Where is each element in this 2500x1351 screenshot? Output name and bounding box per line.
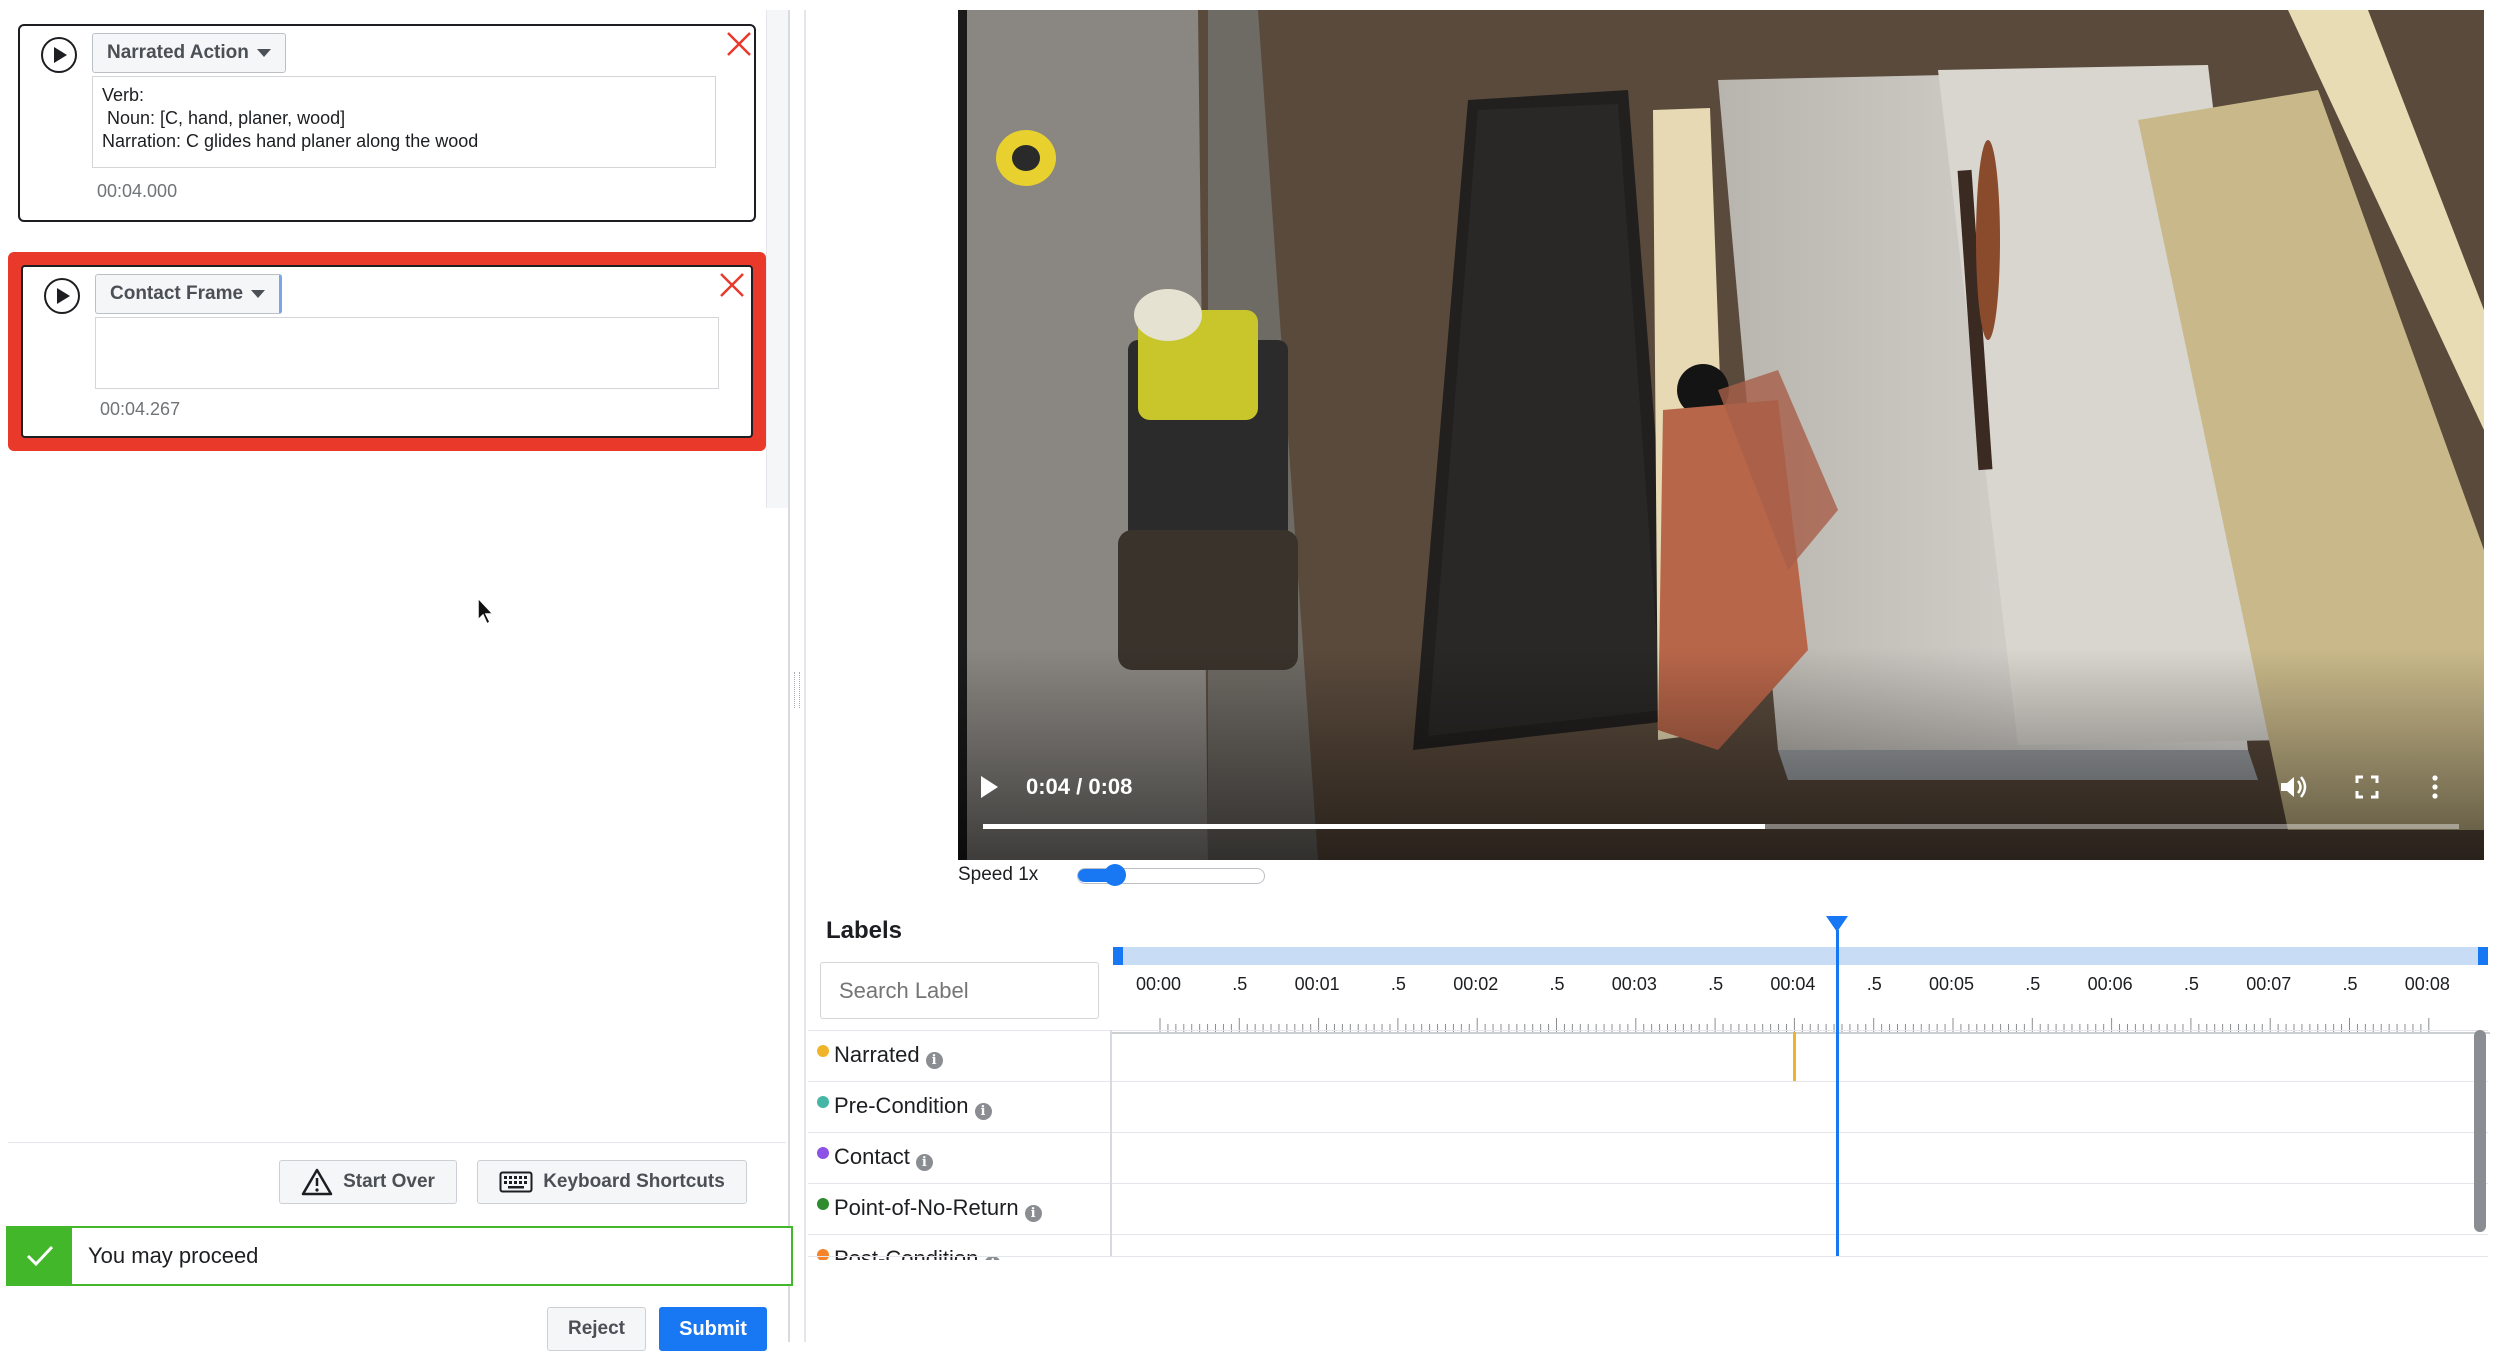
label-color-dot (817, 1147, 829, 1159)
timeline-tick-label: .5 (1232, 974, 1248, 994)
fullscreen-icon[interactable] (2354, 774, 2380, 800)
label-column-separator (1110, 1030, 1112, 1256)
checkmark-icon (26, 1245, 54, 1267)
play-icon[interactable] (44, 278, 80, 314)
annotation-type-select[interactable]: Narrated Action (92, 33, 286, 73)
chevron-down-icon (256, 48, 271, 57)
submit-button[interactable]: Submit (659, 1307, 767, 1351)
annotation-text-field[interactable] (95, 317, 719, 389)
label-row[interactable]: Narrated i (808, 1030, 2488, 1081)
volume-icon[interactable] (2278, 772, 2308, 802)
keyboard-shortcuts-label: Keyboard Shortcuts (543, 1171, 725, 1192)
annotation-card-narrated-action[interactable]: Narrated Action Verb: Noun: [C, hand, pl… (18, 24, 756, 222)
label-name-text: Post-Condition (834, 1246, 979, 1260)
label-color-dot (817, 1096, 829, 1108)
reject-button[interactable]: Reject (547, 1307, 646, 1351)
timeline-tick-label: 00:08 (2404, 974, 2450, 994)
timeline-tick-label: .5 (1549, 974, 1565, 994)
label-row[interactable]: Point-of-No-Return i (808, 1183, 2488, 1234)
timeline-tick-label: .5 (1708, 974, 1724, 994)
label-name: Pre-Condition i (834, 1093, 992, 1120)
annotation-type-select[interactable]: Contact Frame (95, 274, 283, 314)
label-name-text: Point-of-No-Return (834, 1195, 1019, 1220)
keyboard-icon (499, 1171, 533, 1193)
more-options-icon[interactable] (2430, 774, 2440, 800)
label-name-text: Narrated (834, 1042, 920, 1067)
label-name: Post-Conditioni (834, 1246, 1002, 1260)
annotation-card-inner: Contact Frame 00:04.267 (21, 265, 753, 438)
timeline-tick-label: 00:05 (1929, 974, 1975, 994)
annotation-type-label: Narrated Action (107, 42, 249, 63)
annotation-card-contact-frame[interactable]: Contact Frame 00:04.267 (8, 252, 766, 451)
labels-title: Labels (826, 917, 903, 944)
speed-slider[interactable] (1077, 864, 1265, 886)
timeline-tick-label: 00:00 (1136, 974, 1182, 994)
timeline-tick-label: .5 (2183, 974, 2199, 994)
footer-separator (8, 1142, 786, 1143)
timeline-range-start-handle[interactable] (1113, 947, 1123, 965)
warning-icon (301, 1168, 333, 1196)
start-over-button[interactable]: Start Over (279, 1160, 457, 1204)
video-player[interactable]: 0:04 / 0:08 (958, 10, 2484, 860)
annotation-type-label: Contact Frame (110, 283, 244, 304)
annotation-timestamp: 00:04.267 (100, 399, 181, 419)
play-icon[interactable] (978, 774, 1000, 800)
label-row[interactable]: Pre-Condition i (808, 1081, 2488, 1132)
label-name: Point-of-No-Return i (834, 1195, 1042, 1222)
video-progress-track[interactable] (983, 824, 2459, 829)
video-progress-fill (983, 824, 1766, 829)
speed-label: Speed 1x (958, 864, 1039, 885)
timeline-tick-label: 00:03 (1611, 974, 1657, 994)
playhead-line (1835, 930, 1839, 1256)
keyboard-shortcuts-button[interactable]: Keyboard Shortcuts (477, 1160, 747, 1204)
info-icon[interactable]: i (925, 1052, 943, 1069)
mouse-cursor-icon (477, 596, 495, 626)
timeline-tick-label: 00:01 (1294, 974, 1340, 994)
video-time-display: 0:04 / 0:08 (1026, 774, 1133, 799)
timeline-tick-label: .5 (2342, 974, 2358, 994)
info-icon[interactable]: i (974, 1103, 992, 1120)
reject-label: Reject (567, 1318, 626, 1339)
timeline-tick-label: 00:02 (1453, 974, 1499, 994)
label-name-text: Pre-Condition (834, 1093, 969, 1118)
label-color-dot (817, 1198, 829, 1210)
submit-label: Submit (679, 1317, 747, 1340)
label-color-dot (817, 1045, 829, 1057)
close-icon[interactable] (717, 270, 747, 300)
timeline-tick-label: .5 (2025, 974, 2041, 994)
info-icon[interactable]: i (915, 1154, 933, 1171)
label-name: Narrated i (834, 1042, 943, 1069)
info-icon[interactable]: i (1024, 1205, 1042, 1222)
close-icon[interactable] (724, 29, 754, 59)
status-message: You may proceed (88, 1243, 259, 1268)
play-icon[interactable] (41, 37, 77, 73)
label-name: Contact i (834, 1144, 933, 1171)
divider-grip[interactable] (794, 672, 800, 708)
timeline-tick-label: 00:06 (2087, 974, 2133, 994)
label-rows-scrollbar[interactable] (2474, 1030, 2486, 1232)
label-row[interactable]: Contact i (808, 1132, 2488, 1183)
video-frame-image (958, 10, 2484, 860)
annotation-text-field[interactable]: Verb: Noun: [C, hand, planer, wood] Narr… (92, 76, 716, 168)
timeline-tick-label: 00:04 (1770, 974, 1816, 994)
status-banner: You may proceed (6, 1226, 793, 1286)
label-name-text: Contact (834, 1144, 910, 1169)
timeline-range-end-handle[interactable] (2478, 947, 2488, 965)
timeline-tick-label: .5 (1866, 974, 1882, 994)
label-event-marker[interactable] (1793, 1032, 1797, 1081)
label-color-dot (817, 1249, 829, 1260)
timeline-tick-label: 00:07 (2246, 974, 2292, 994)
timeline-range-bar[interactable] (1113, 947, 2488, 965)
status-icon-box (8, 1228, 72, 1284)
speed-slider-thumb[interactable] (1104, 864, 1126, 886)
start-over-label: Start Over (343, 1171, 435, 1192)
label-rows-bottom-border (808, 1256, 2488, 1257)
annotation-timestamp: 00:04.000 (97, 181, 178, 201)
chevron-down-icon (251, 289, 266, 298)
search-label-input[interactable] (820, 962, 1099, 1019)
timeline-tick-label: .5 (1390, 974, 1406, 994)
